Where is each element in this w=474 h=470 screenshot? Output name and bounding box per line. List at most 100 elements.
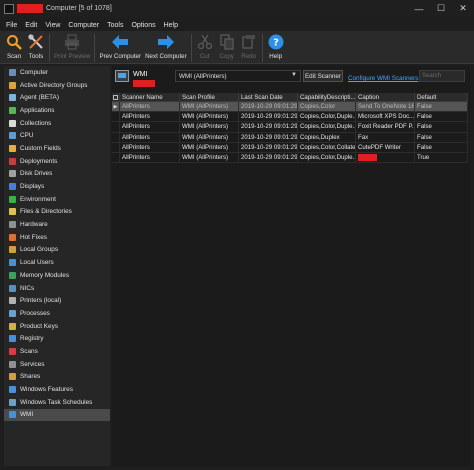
category-icon xyxy=(9,360,16,368)
nav-item-deployments[interactable]: Deployments xyxy=(4,155,110,168)
configure-wmi-scanners-link[interactable]: Configure WMI Scanners xyxy=(348,75,418,82)
menu-help[interactable]: Help xyxy=(164,22,178,29)
nav-item-shares[interactable]: Shares xyxy=(4,371,110,384)
svg-text:?: ? xyxy=(273,38,279,49)
arrow-left-icon xyxy=(111,33,129,51)
search-input[interactable]: Search xyxy=(419,70,465,82)
next-computer-button[interactable]: Next Computer xyxy=(143,31,189,64)
nav-item-wmi[interactable]: WMI xyxy=(4,408,110,422)
scan-button[interactable]: Scan xyxy=(3,31,25,64)
wmi-panel: WMI WMI (AllPrinters) ▼ Edit Scanner Con… xyxy=(112,66,470,466)
nav-item-label: Environment xyxy=(20,195,56,203)
nav-item-computer[interactable]: Computer xyxy=(4,66,110,79)
nav-item-memory-modules[interactable]: Memory Modules xyxy=(4,269,110,282)
prev-computer-button[interactable]: Prev Computer xyxy=(97,31,143,64)
cell-capability: Copies,Color,Duple... xyxy=(300,152,356,163)
cell-last-scan-date: 2019-10-29 09:01:29 xyxy=(241,122,298,132)
nav-item-label: Collections xyxy=(20,119,52,127)
minimize-button[interactable]: — xyxy=(408,0,430,17)
menu-computer[interactable]: Computer xyxy=(68,22,99,29)
menu-options[interactable]: Options xyxy=(131,22,155,29)
maximize-button[interactable]: ☐ xyxy=(430,0,452,17)
nav-item-local-users[interactable]: Local Users xyxy=(4,256,110,269)
redo-button[interactable]: Redo xyxy=(238,31,260,64)
help-button[interactable]: ? Help xyxy=(265,31,287,64)
cell-caption xyxy=(356,152,415,163)
nav-item-custom-fields[interactable]: Custom Fields xyxy=(4,142,110,155)
category-icon xyxy=(9,284,16,292)
cell-capability: Copies,Duplex xyxy=(298,132,356,142)
scan-profile-select[interactable]: WMI (AllPrinters) ▼ xyxy=(175,70,301,82)
nav-item-nics[interactable]: NICs xyxy=(4,282,110,295)
nav-item-label: Product Keys xyxy=(20,322,59,330)
cell-scanner-name: AllPrinters xyxy=(120,142,180,152)
menu-view[interactable]: View xyxy=(45,22,60,29)
category-icon xyxy=(9,106,16,114)
menu-bar: File Edit View Computer Tools Options He… xyxy=(0,19,474,31)
menu-file[interactable]: File xyxy=(6,22,17,29)
cell-last-scan-date: 2019-10-29 09:01:29 xyxy=(241,142,298,152)
redacted-caption xyxy=(358,154,377,162)
nav-item-disk-drives[interactable]: Disk Drives xyxy=(4,168,110,181)
menu-tools[interactable]: Tools xyxy=(107,22,123,29)
row-indicator xyxy=(112,122,120,132)
column-header-capability[interactable]: CapabilityDescripti... xyxy=(298,93,356,101)
column-header-scan-profile[interactable]: Scan Profile xyxy=(180,93,239,101)
table-row[interactable]: AllPrinters WMI (AllPrinters) 2019-10-29 0… xyxy=(112,122,468,133)
nav-item-registry[interactable]: Registry xyxy=(4,332,110,345)
redacted-computer-name xyxy=(17,4,43,13)
table-row[interactable]: AllPrinters WMI (AllPrinters) 2019-10-29 0… xyxy=(112,152,468,164)
tools-button[interactable]: Tools xyxy=(25,31,47,64)
nav-item-applications[interactable]: Applications xyxy=(4,104,110,117)
nav-item-scans[interactable]: Scans xyxy=(4,345,110,358)
print-preview-button[interactable]: Print Preview xyxy=(52,31,92,64)
column-header-default[interactable]: Default xyxy=(415,93,468,101)
table-row[interactable]: ▶ AllPrinters WMI (AllPrinters) 2019-10-29 … xyxy=(112,102,468,113)
nav-item-displays[interactable]: Displays xyxy=(4,180,110,193)
nav-item-windows-features[interactable]: Windows Features xyxy=(4,383,110,396)
nav-item-local-groups[interactable]: Local Groups xyxy=(4,244,110,257)
column-header-last-scan-date[interactable]: Last Scan Date xyxy=(239,93,298,101)
category-icon xyxy=(9,398,16,406)
nav-item-processes[interactable]: Processes xyxy=(4,307,110,320)
column-header-caption[interactable]: Caption xyxy=(356,93,415,101)
magnifier-icon xyxy=(5,33,23,51)
category-icon xyxy=(9,322,16,330)
nav-item-hot-fixes[interactable]: Hot Fixes xyxy=(4,231,110,244)
nav-item-active-directory-groups[interactable]: Active Directory Groups xyxy=(4,79,110,92)
nav-item-cpu[interactable]: CPU xyxy=(4,129,110,142)
nav-item-product-keys[interactable]: Product Keys xyxy=(4,320,110,333)
nav-item-windows-task-schedules[interactable]: Windows Task Schedules xyxy=(4,396,110,409)
nav-item-label: Processes xyxy=(20,309,50,317)
redo-icon xyxy=(240,33,258,51)
nav-item-files-directories[interactable]: Files & Directories xyxy=(4,206,110,219)
select-all-checkbox[interactable] xyxy=(112,93,120,101)
nav-item-label: Hot Fixes xyxy=(20,233,47,241)
column-header-scanner-name[interactable]: Scanner Name xyxy=(120,93,180,101)
nav-item-agent-beta[interactable]: Agent (BETA) xyxy=(4,91,110,104)
nav-item-printers-local[interactable]: Printers (local) xyxy=(4,294,110,307)
cell-last-scan-date: 2019-10-29 09:01:29 xyxy=(241,152,298,163)
cell-scan-profile: WMI (AllPrinters) xyxy=(180,142,239,152)
cell-scan-profile: WMI (AllPrinters) xyxy=(180,152,239,163)
nav-item-label: Agent (BETA) xyxy=(20,94,59,102)
cell-scanner-name: AllPrinters xyxy=(120,152,180,163)
grid-header: Scanner Name Scan Profile Last Scan Date… xyxy=(112,93,468,102)
menu-edit[interactable]: Edit xyxy=(25,22,37,29)
table-row[interactable]: AllPrinters WMI (AllPrinters) 2019-10-29 0… xyxy=(112,142,468,153)
table-row[interactable]: AllPrinters WMI (AllPrinters) 2019-10-29 0… xyxy=(112,112,468,123)
nav-item-label: Files & Directories xyxy=(20,208,72,216)
nav-item-label: Custom Fields xyxy=(20,144,61,152)
nav-item-collections[interactable]: Collections xyxy=(4,117,110,130)
nav-item-services[interactable]: Services xyxy=(4,358,110,371)
table-row[interactable]: AllPrinters WMI (AllPrinters) 2019-10-29 0… xyxy=(112,132,468,143)
nav-item-environment[interactable]: Environment xyxy=(4,193,110,206)
nav-item-label: Printers (local) xyxy=(20,297,62,305)
category-icon xyxy=(9,386,16,394)
cut-button[interactable]: Cut xyxy=(194,31,216,64)
edit-scanner-button[interactable]: Edit Scanner xyxy=(303,70,343,82)
nav-item-hardware[interactable]: Hardware xyxy=(4,218,110,231)
copy-button[interactable]: Copy xyxy=(216,31,238,64)
close-button[interactable]: ✕ xyxy=(452,0,474,17)
scissors-icon xyxy=(196,33,214,51)
